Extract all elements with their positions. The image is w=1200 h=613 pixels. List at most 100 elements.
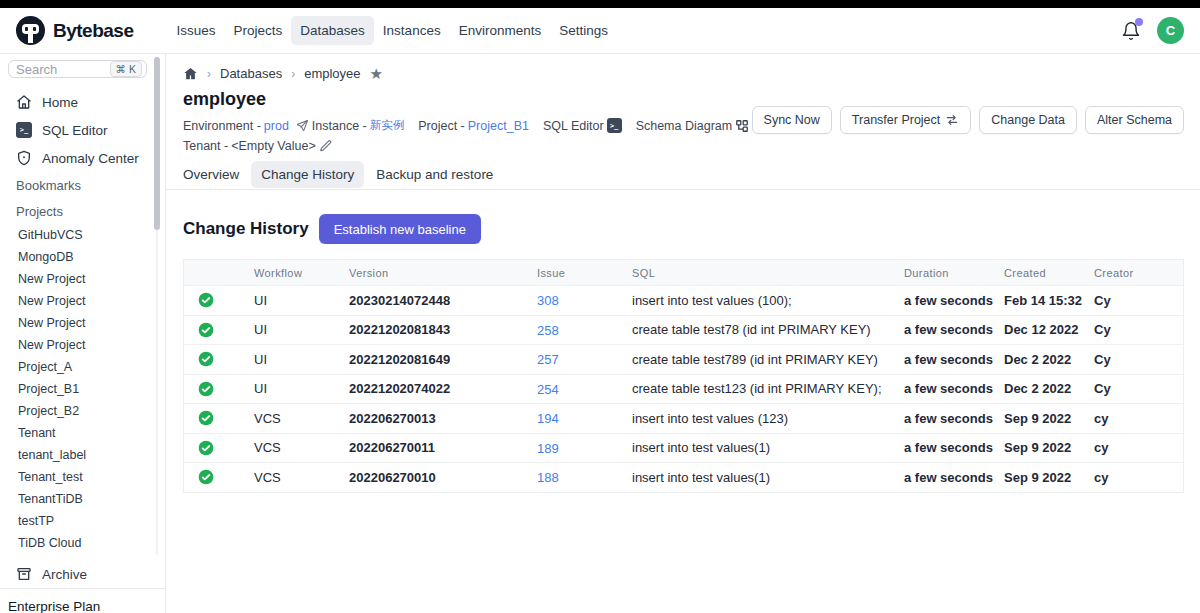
sql-editor-label[interactable]: SQL Editor <box>543 119 604 133</box>
issue-link[interactable]: 257 <box>537 352 559 367</box>
sidebar-project-item[interactable]: New Project <box>0 268 165 290</box>
sidebar-project-item[interactable]: TiDB Cloud <box>0 532 165 554</box>
tab-backup-and-restore[interactable]: Backup and restore <box>376 163 493 186</box>
sidebar-project-item[interactable]: Project_B2 <box>0 400 165 422</box>
action-button[interactable]: Alter Schema <box>1085 106 1184 134</box>
sidebar-project-item[interactable]: Tenant <box>0 422 165 444</box>
table-row[interactable]: UI 20221202081649 257 create table test7… <box>184 344 1183 374</box>
bytebase-logo[interactable]: Bytebase <box>16 16 134 45</box>
sidebar-item-archive[interactable]: Archive <box>0 560 165 588</box>
breadcrumb: › Databases › employee ★ <box>183 66 1184 81</box>
cell-workflow: VCS <box>254 411 349 426</box>
cell-created: Dec 2 2022 <box>1004 352 1094 367</box>
cell-creator: cy <box>1094 411 1183 426</box>
cell-sql: create table test123 (id int PRIMARY KEY… <box>632 381 904 396</box>
action-button[interactable]: Change Data <box>979 106 1077 134</box>
sidebar-item-anomaly-center[interactable]: Anomaly Center <box>0 144 165 172</box>
issue-link[interactable]: 308 <box>537 293 559 308</box>
cell-version: 20230214072448 <box>349 293 537 308</box>
cell-created: Sep 9 2022 <box>1004 470 1094 485</box>
project-link[interactable]: Project_B1 <box>468 119 529 133</box>
sidebar-item-label: Archive <box>42 567 87 582</box>
cell-workflow: UI <box>254 381 349 396</box>
nav-item-instances[interactable]: Instances <box>374 16 450 45</box>
nav-item-environments[interactable]: Environments <box>450 16 551 45</box>
col-created: Created <box>1004 267 1094 279</box>
cell-duration: a few seconds <box>904 440 1004 455</box>
success-check-icon <box>198 292 214 308</box>
sidebar-project-item[interactable]: New Project <box>0 290 165 312</box>
issue-link[interactable]: 189 <box>537 441 559 456</box>
instance-label: Instance - <box>312 119 367 133</box>
cell-creator: Cy <box>1094 381 1183 396</box>
tab-change-history[interactable]: Change History <box>261 163 354 186</box>
nav-item-projects[interactable]: Projects <box>225 16 292 45</box>
sidebar-project-item[interactable]: MongoDB <box>0 246 165 268</box>
cell-created: Sep 9 2022 <box>1004 440 1094 455</box>
issue-link[interactable]: 194 <box>537 411 559 426</box>
nav-item-settings[interactable]: Settings <box>550 16 617 45</box>
issue-link[interactable]: 188 <box>537 470 559 485</box>
sidebar-item-sql-editor[interactable]: >_ SQL Editor <box>0 116 165 144</box>
sidebar-scrollbar-track <box>156 230 158 555</box>
sidebar-project-item[interactable]: TenantTiDB <box>0 488 165 510</box>
terminal-icon[interactable]: >_ <box>607 118 622 133</box>
issue-link[interactable]: 254 <box>537 382 559 397</box>
search-shortcut-badge: ⌘ K <box>110 61 142 77</box>
sidebar-project-item[interactable]: New Project <box>0 312 165 334</box>
cell-version: 202206270010 <box>349 470 537 485</box>
issue-link[interactable]: 258 <box>537 323 559 338</box>
table-row[interactable]: UI 20221202081843 258 create table test7… <box>184 315 1183 345</box>
cell-creator: Cy <box>1094 293 1183 308</box>
col-duration: Duration <box>904 267 1004 279</box>
search-input[interactable]: Search ⌘ K <box>8 60 147 78</box>
col-version: Version <box>349 267 537 279</box>
home-icon <box>183 66 198 81</box>
table-row[interactable]: VCS 202206270013 194 insert into test va… <box>184 403 1183 433</box>
section-title: Change History <box>183 219 309 239</box>
cell-duration: a few seconds <box>904 470 1004 485</box>
sidebar-project-item[interactable]: GitHubVCS <box>0 224 165 246</box>
table-row[interactable]: VCS 202206270010 188 insert into test va… <box>184 462 1183 492</box>
sidebar-section-bookmarks: Bookmarks <box>0 172 165 198</box>
sidebar-project-item[interactable]: Project_B1 <box>0 378 165 400</box>
success-check-icon <box>198 469 214 485</box>
notification-bell-icon[interactable] <box>1121 21 1141 41</box>
brand-name: Bytebase <box>53 20 134 42</box>
environment-link[interactable]: prod <box>264 119 289 133</box>
table-row[interactable]: VCS 202206270011 189 insert into test va… <box>184 433 1183 463</box>
cell-version: 20221202081649 <box>349 352 537 367</box>
plan-label: Enterprise Plan <box>0 589 165 613</box>
nav-item-databases[interactable]: Databases <box>291 16 374 45</box>
tab-overview[interactable]: Overview <box>183 163 239 186</box>
sidebar-scrollbar[interactable] <box>154 57 160 230</box>
notification-dot <box>1135 18 1143 26</box>
breadcrumb-employee[interactable]: employee <box>304 66 360 81</box>
sidebar-project-item[interactable]: Tenant_test <box>0 466 165 488</box>
sidebar-project-item[interactable]: tenant_label <box>0 444 165 466</box>
success-check-icon <box>198 381 214 397</box>
sidebar-project-item[interactable]: New Project <box>0 334 165 356</box>
instance-link[interactable]: 新实例 <box>370 118 405 133</box>
establish-baseline-button[interactable]: Establish new baseline <box>319 214 481 244</box>
action-button[interactable]: Transfer Project <box>840 106 971 134</box>
breadcrumb-databases[interactable]: Databases <box>220 66 282 81</box>
avatar[interactable]: C <box>1157 17 1184 44</box>
cell-workflow: VCS <box>254 440 349 455</box>
sidebar-item-home[interactable]: Home <box>0 88 165 116</box>
bookmark-star-icon[interactable]: ★ <box>370 66 383 81</box>
sidebar-section-projects: Projects <box>0 198 165 224</box>
sidebar-project-item[interactable]: testTP <box>0 510 165 532</box>
cell-created: Sep 9 2022 <box>1004 411 1094 426</box>
schema-diagram-label[interactable]: Schema Diagram <box>636 119 733 133</box>
sidebar-project-item[interactable]: Project_A <box>0 356 165 378</box>
action-button[interactable]: Sync Now <box>752 106 832 134</box>
table-row[interactable]: UI 20230214072448 308 insert into test v… <box>184 285 1183 315</box>
nav-item-issues[interactable]: Issues <box>168 16 225 45</box>
environment-label: Environment - <box>183 119 261 133</box>
main-content: › Databases › employee ★ employee Enviro… <box>166 54 1200 613</box>
meta-line-2: Tenant - <Empty Value> <box>183 139 1184 153</box>
cell-version: 20221202074022 <box>349 381 537 396</box>
table-row[interactable]: UI 20221202074022 254 create table test1… <box>184 374 1183 404</box>
tabs: Overview Change History Backup and restore <box>183 163 1184 186</box>
